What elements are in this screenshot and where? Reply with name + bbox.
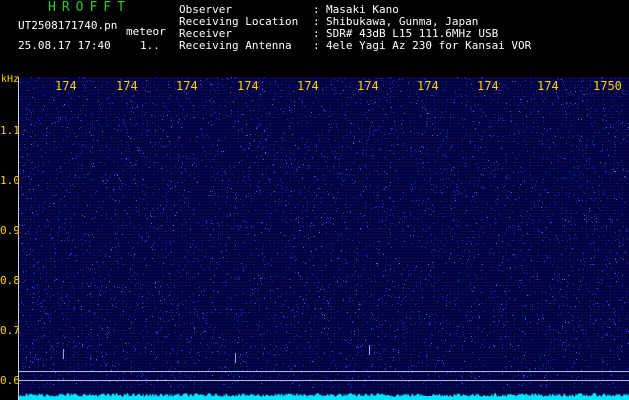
noise-texture [18,77,629,388]
x-tick-label: 174 [477,79,499,93]
meteor-echo [369,345,370,355]
reference-line [18,380,629,381]
y-tick-label: 0.8 [0,274,20,287]
x-tick-label: 174 [537,79,559,93]
meteor-echo [235,353,236,363]
app-title: HROFFT [48,0,131,15]
noise-speckles-bright [18,77,629,388]
y-tick-label: 1.1 [0,124,20,137]
x-tick-label: 174 [116,79,138,93]
y-tick-label: 1.0 [0,174,20,187]
header: HROFFT UT2508171740.pn meteor 25.08.17 1… [0,0,629,72]
noise-speckles [18,77,629,388]
y-tick-label: 0.6 [0,374,20,387]
x-tick-label: 174 [176,79,198,93]
observation-datetime-extra: 1.. [140,39,160,52]
reference-line [18,371,629,372]
meteor-echo [63,349,64,359]
file-name: UT2508171740.pn [18,19,118,32]
x-tick-label: 174 [55,79,77,93]
observation-datetime: 25.08.17 17:40 [18,39,111,52]
antenna-label: Receiving Antenna [179,39,292,52]
colon: : [313,39,320,52]
antenna-value: 4ele Yagi Az 230 for Kansai VOR [326,39,532,52]
info-labels: Observer Receiving Location Receiver Rec… [179,4,298,52]
info-colons: : : : : [313,4,320,52]
info-values: Masaki Kano Shibukawa, Gunma, Japan SDR#… [326,4,531,52]
axis-unit-label: kHz [1,74,20,85]
spectrogram-plot [18,77,629,400]
y-tick-label: 0.9 [0,224,20,237]
spectrum-trace [18,393,629,400]
x-tick-label: 1750 [593,79,622,93]
y-tick-label: 0.7 [0,324,20,337]
x-tick-label: 174 [237,79,259,93]
file-name-suffix: meteor [126,25,166,38]
spectrogram-svg [18,77,629,400]
x-tick-label: 174 [417,79,439,93]
x-tick-label: 174 [297,79,319,93]
x-tick-label: 174 [357,79,379,93]
